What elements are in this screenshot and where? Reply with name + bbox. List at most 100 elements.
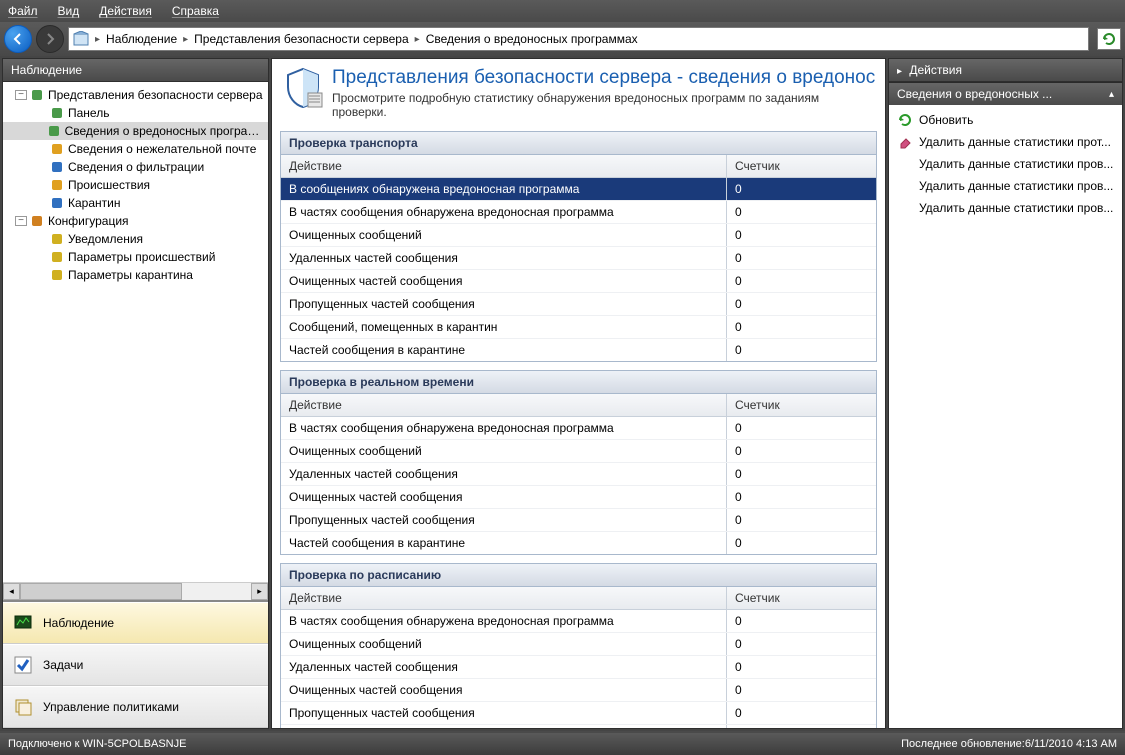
cell-action: Очищенных сообщений [281,224,726,246]
cell-count: 0 [726,463,876,485]
action-label: Удалить данные статистики пров... [919,179,1113,193]
tree-toggle[interactable]: − [15,90,27,100]
tree-node[interactable]: Происшествия [3,176,268,194]
menu-view[interactable]: Вид [58,4,80,18]
table-row[interactable]: Сообщений, помещенных в карантин0 [281,316,876,339]
mail-icon [49,141,65,157]
cell-count: 0 [726,201,876,223]
chevron-icon: ▸ [183,34,188,45]
cell-count: 0 [726,486,876,508]
cfg2-icon [49,267,65,283]
action-item[interactable]: Удалить данные статистики прот... [889,131,1122,153]
cell-count: 0 [726,532,876,554]
table-row[interactable]: Очищенных частей сообщения0 [281,486,876,509]
action-label: Удалить данные статистики пров... [919,201,1113,215]
eraser-icon [897,134,913,150]
tree-node[interactable]: − Конфигурация [3,212,268,230]
table-row[interactable]: Очищенных сообщений0 [281,224,876,247]
cell-count: 0 [726,656,876,678]
scroll-thumb[interactable] [20,583,182,600]
shield-icon [282,67,324,109]
action-item[interactable]: Удалить данные статистики пров... [889,197,1122,219]
breadcrumb[interactable]: ▸ Наблюдение ▸ Представления безопасност… [68,27,1089,51]
action-item[interactable]: Удалить данные статистики пров... [889,153,1122,175]
tree-node[interactable]: Параметры происшествий [3,248,268,266]
action-item[interactable]: Обновить [889,109,1122,131]
crumb-leaf[interactable]: Сведения о вредоносных программах [426,32,638,46]
page-subtitle: Просмотрите подробную статистику обнаруж… [332,91,875,119]
nav-back-button[interactable] [4,25,32,53]
cell-action: Частей сообщения в карантине [281,339,726,361]
tree-node[interactable]: Панель [3,104,268,122]
nav-forward-button[interactable] [36,25,64,53]
table-row[interactable]: Пропущенных частей сообщения0 [281,702,876,725]
cell-count: 0 [726,178,876,200]
tree-node[interactable]: Уведомления [3,230,268,248]
tree-label: Конфигурация [48,214,129,228]
left-pane: Наблюдение −Представления безопасности с… [2,58,269,729]
table-row[interactable]: В частях сообщения обнаружена вредоносна… [281,610,876,633]
cell-action: Сообщений, помещенных в карантин [281,316,726,338]
col-count-header: Счетчик [726,587,876,609]
col-count-header: Счетчик [726,155,876,177]
nav-monitoring[interactable]: Наблюдение [3,602,268,644]
table-row[interactable]: Очищенных частей сообщения0 [281,270,876,293]
menu-actions[interactable]: Действия [99,4,152,18]
tree[interactable]: −Представления безопасности сервераПанел… [3,82,268,582]
table-row[interactable]: Очищенных частей сообщения0 [281,679,876,702]
cell-count: 0 [726,702,876,724]
refresh-button[interactable] [1097,28,1121,50]
status-connection: Подключено к WIN-5CPOLBASNJE [8,738,186,750]
nav-section: НаблюдениеЗадачиУправление политиками [3,600,268,728]
tree-node[interactable]: Карантин [3,194,268,212]
table-row[interactable]: Пропущенных частей сообщения0 [281,293,876,316]
nav-policies[interactable]: Управление политиками [3,686,268,728]
section-title: Проверка в реальном времени [281,371,876,394]
tree-label: Сведения о фильтрации [68,160,204,174]
check-icon [11,653,35,677]
table-row[interactable]: Частей сообщения в карантине0 [281,339,876,361]
action-item[interactable]: Удалить данные статистики пров... [889,175,1122,197]
cell-count: 0 [726,417,876,439]
table-row[interactable]: В частях сообщения обнаружена вредоносна… [281,201,876,224]
menu-bar: Файл Вид Действия Справка [0,0,1125,22]
tree-node[interactable]: Параметры карантина [3,266,268,284]
collapse-icon[interactable]: ▴ [1109,89,1114,100]
cell-count: 0 [726,725,876,729]
center-pane[interactable]: Представления безопасности сервера - све… [271,58,886,729]
tree-node[interactable]: Сведения о фильтрации [3,158,268,176]
table-row[interactable]: Частей сообщения в карантине0 [281,725,876,729]
nav-bar: ▸ Наблюдение ▸ Представления безопасност… [0,22,1125,56]
table-row[interactable]: В сообщениях обнаружена вредоносная прог… [281,178,876,201]
crumb-root[interactable]: Наблюдение [106,32,177,46]
scroll-left-arrow[interactable]: ◂ [3,583,20,600]
table-row[interactable]: Очищенных сообщений0 [281,440,876,463]
tree-node[interactable]: −Представления безопасности сервера [3,86,268,104]
table-row[interactable]: В частях сообщения обнаружена вредоносна… [281,417,876,440]
crumb-mid[interactable]: Представления безопасности сервера [194,32,409,46]
actions-header: ▸ Действия [889,59,1122,82]
table-row[interactable]: Удаленных частей сообщения0 [281,247,876,270]
menu-help[interactable]: Справка [172,4,219,18]
status-updated: Последнее обновление:6/11/2010 4:13 AM [901,738,1117,750]
actions-subheader[interactable]: Сведения о вредоносных ... ▴ [889,82,1122,105]
table-row[interactable]: Удаленных частей сообщения0 [281,463,876,486]
cell-action: Удаленных частей сообщения [281,656,726,678]
table-row[interactable]: Пропущенных частей сообщения0 [281,509,876,532]
cell-action: В частях сообщения обнаружена вредоносна… [281,201,726,223]
table-row[interactable]: Очищенных сообщений0 [281,633,876,656]
horizontal-scrollbar[interactable]: ◂ ▸ [3,582,268,600]
cell-action: Очищенных сообщений [281,440,726,462]
cell-count: 0 [726,633,876,655]
scroll-right-arrow[interactable]: ▸ [251,583,268,600]
tree-label: Сведения о нежелательной почте [68,142,256,156]
tree-node[interactable]: Сведения о вредоносных программах [3,122,268,140]
table-row[interactable]: Частей сообщения в карантине0 [281,532,876,554]
menu-file[interactable]: Файл [8,4,38,18]
tree-node[interactable]: Сведения о нежелательной почте [3,140,268,158]
nav-tasks[interactable]: Задачи [3,644,268,686]
tree-label: Карантин [68,196,120,210]
cell-action: В частях сообщения обнаружена вредоносна… [281,610,726,632]
table-row[interactable]: Удаленных частей сообщения0 [281,656,876,679]
tree-toggle[interactable]: − [15,216,27,226]
